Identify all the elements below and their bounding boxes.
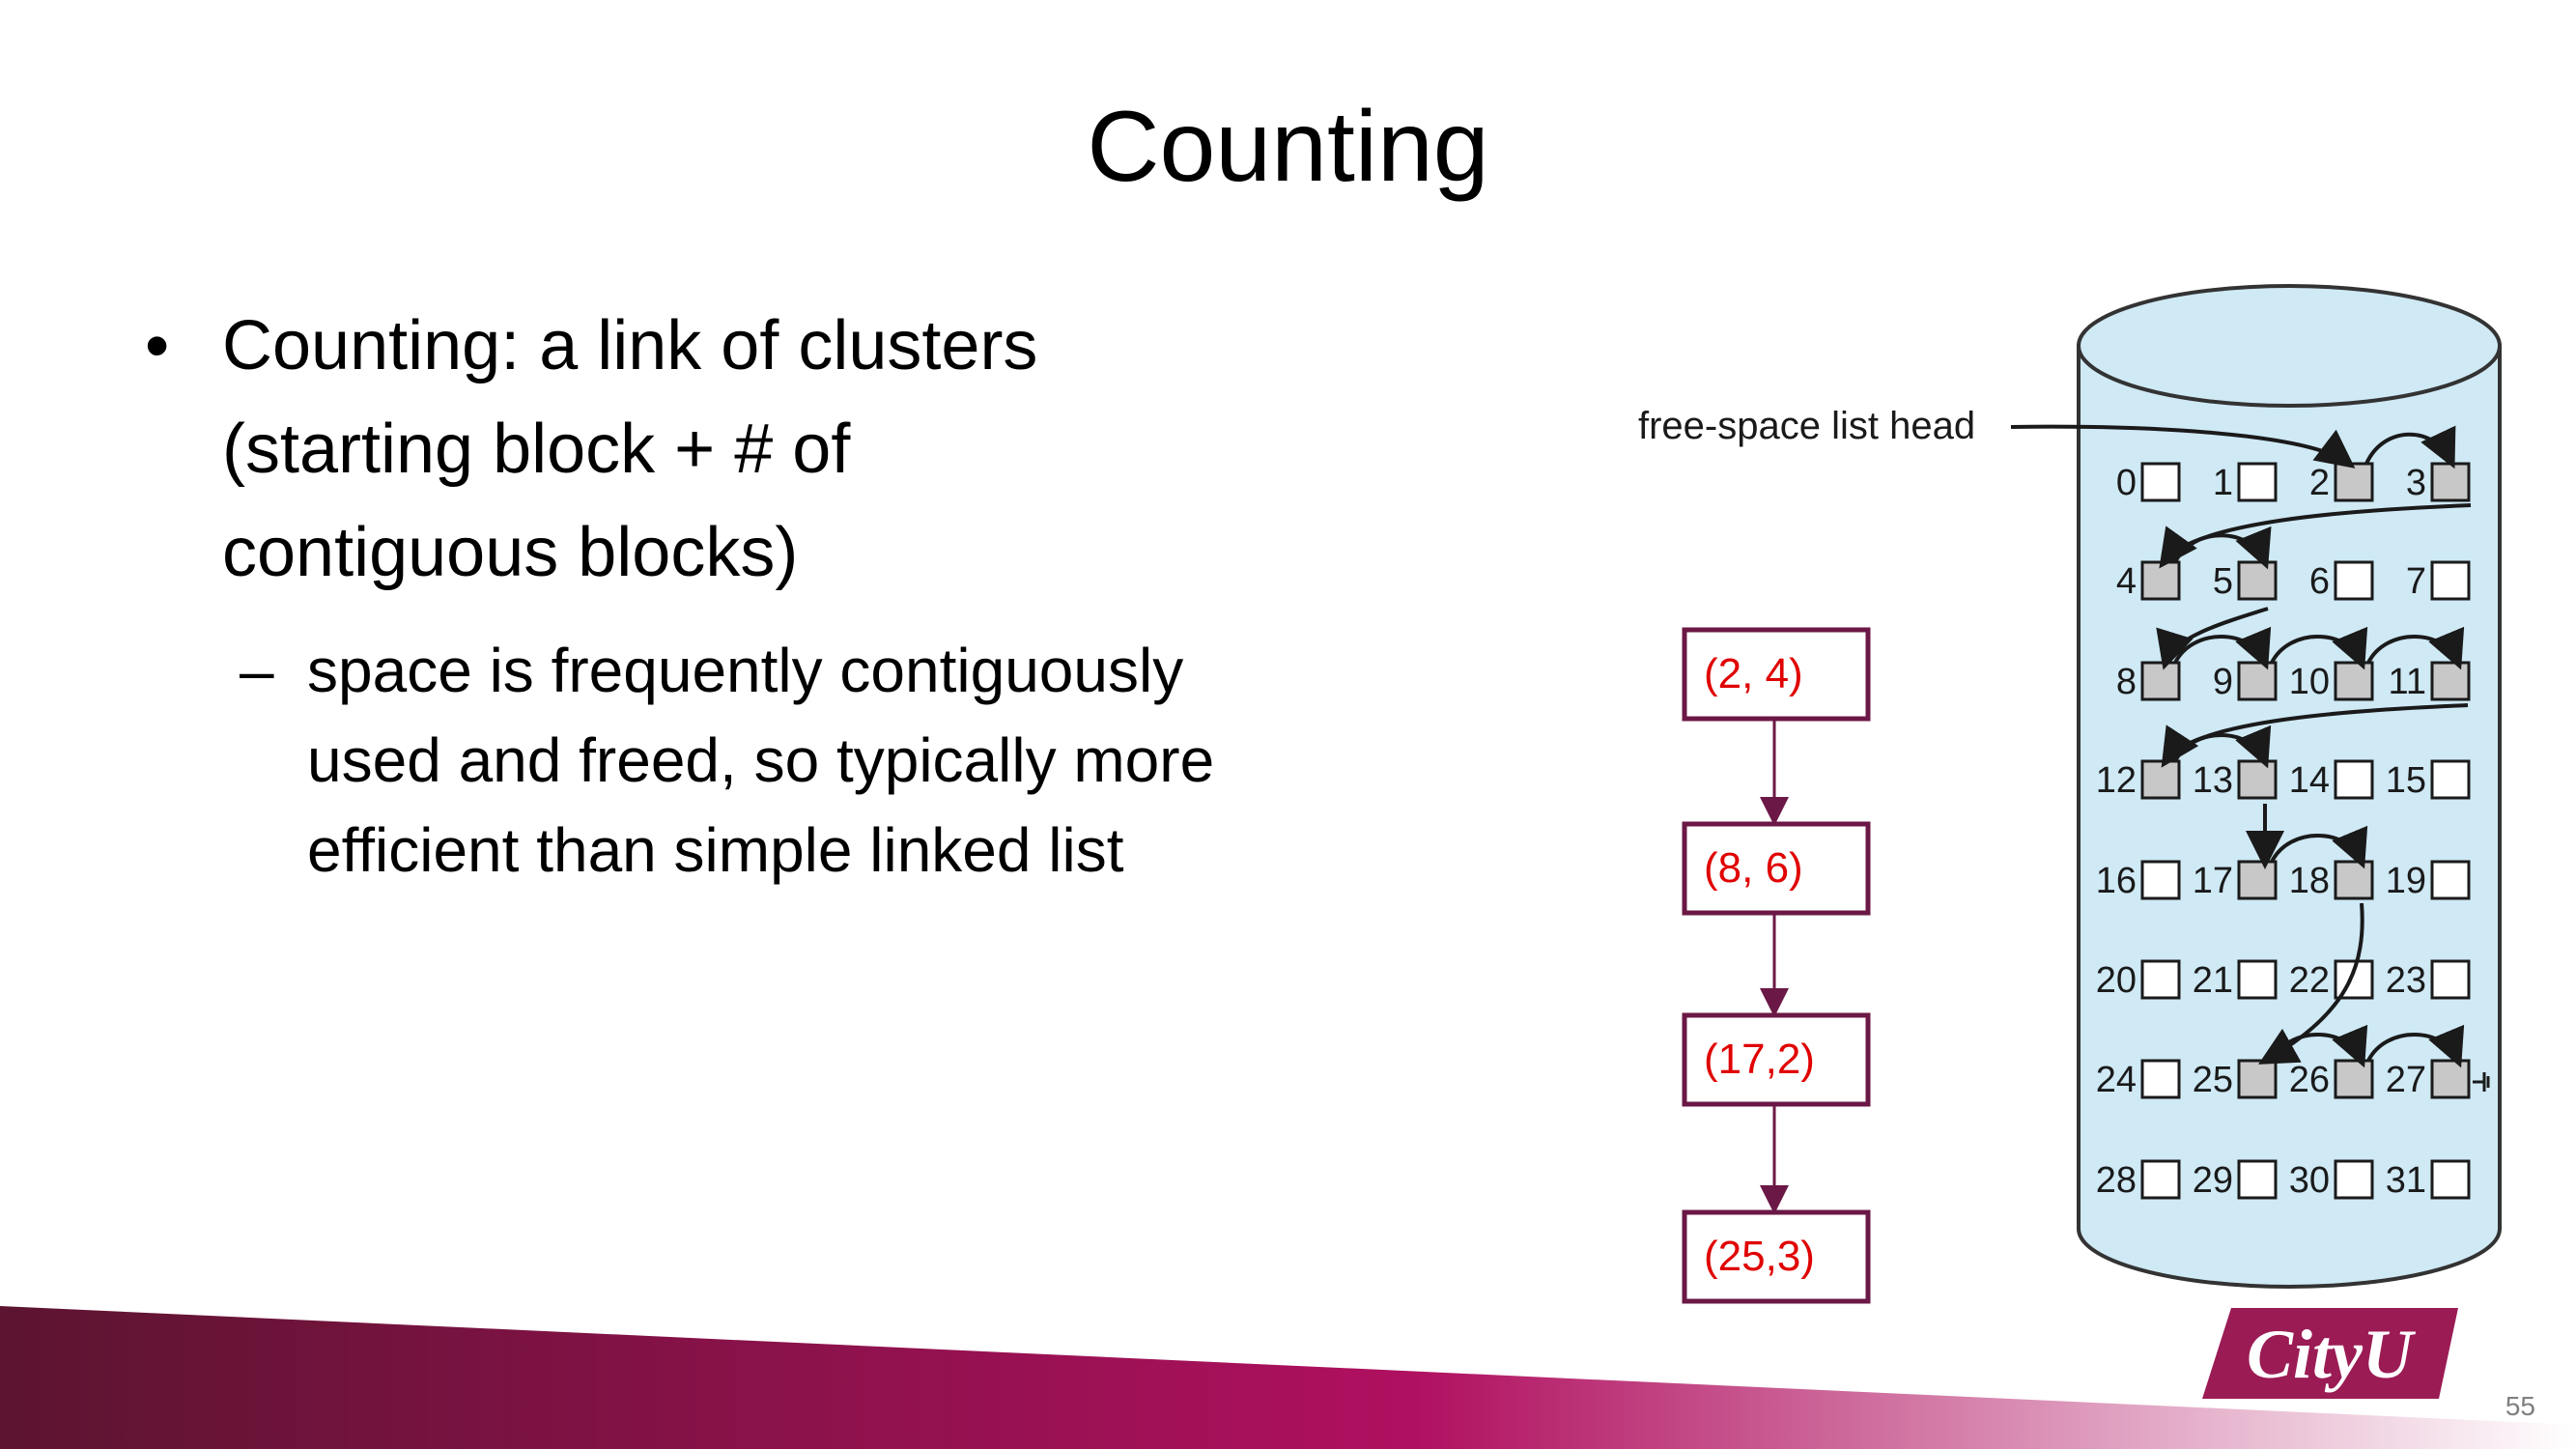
cluster-label: (17,2) — [1704, 1036, 1815, 1083]
cluster-label: (2, 4) — [1704, 650, 1803, 697]
cluster-list: (2, 4) (8, 6) (17,2) (25,3) — [1682, 627, 1871, 1304]
disk-block: 1 — [2213, 462, 2278, 503]
used-block-square — [2140, 860, 2181, 900]
block-number-label: 7 — [2406, 561, 2426, 602]
used-block-square — [2140, 959, 2181, 1000]
cluster-node: (17,2) — [1682, 1012, 1871, 1107]
cluster-node: (8, 6) — [1682, 821, 1871, 916]
cluster-node: (2, 4) — [1682, 627, 1871, 722]
block-number-label: 4 — [2116, 561, 2137, 602]
logo-text: CityU — [2247, 1316, 2417, 1393]
free-block-square — [2140, 759, 2181, 800]
block-number-label: 28 — [2096, 1160, 2137, 1201]
free-block-square — [2334, 462, 2374, 502]
block-number-label: 14 — [2289, 760, 2330, 801]
used-block-square — [2430, 860, 2471, 900]
block-number-label: 6 — [2309, 561, 2330, 602]
disk-block: 9 — [2213, 661, 2278, 702]
block-number-label: 0 — [2116, 463, 2137, 503]
disk-block: 4 — [2116, 560, 2181, 602]
page-number: 55 — [2505, 1391, 2535, 1421]
disk-block: 6 — [2309, 560, 2374, 602]
cluster-node: (25,3) — [1682, 1209, 1871, 1304]
block-number-label: 10 — [2289, 662, 2330, 702]
block-number-label: 20 — [2096, 960, 2137, 1001]
block-number-label: 30 — [2289, 1160, 2330, 1201]
used-block-square — [2334, 560, 2374, 601]
block-number-label: 18 — [2289, 861, 2330, 901]
block-number-label: 24 — [2096, 1060, 2137, 1100]
block-number-label: 16 — [2096, 861, 2137, 901]
free-block-square — [2430, 661, 2471, 701]
block-number-label: 5 — [2213, 561, 2233, 602]
free-block-square — [2334, 661, 2374, 701]
used-block-square — [2334, 759, 2374, 800]
free-space-list-head-label: free-space list head — [1638, 405, 1975, 447]
disk-block: 0 — [2116, 462, 2181, 503]
used-block-square — [2140, 462, 2181, 502]
block-number-label: 29 — [2193, 1160, 2233, 1201]
block-number-label: 23 — [2386, 960, 2426, 1001]
free-space-diagram: 0 1 2 34 5 6 78 9 10 1112 13 14 1516 17 18 1920 21 22 2324… — [1638, 284, 2502, 1304]
free-block-square — [2430, 1059, 2471, 1099]
used-block-square — [2430, 560, 2471, 601]
free-block-square — [2140, 560, 2181, 601]
block-number-label: 13 — [2193, 760, 2233, 801]
block-number-label: 22 — [2289, 960, 2330, 1001]
used-block-square — [2140, 1059, 2181, 1099]
slide: Counting • Counting: a link of clusters … — [0, 0, 2576, 1449]
disk-block: 7 — [2406, 560, 2471, 602]
block-number-label: 3 — [2406, 463, 2426, 503]
block-number-label: 2 — [2309, 463, 2330, 503]
used-block-square — [2334, 1159, 2374, 1200]
free-block-square — [2237, 661, 2278, 701]
disk-block: 3 — [2406, 462, 2471, 503]
used-block-square — [2237, 462, 2278, 502]
block-number-label: 25 — [2193, 1060, 2233, 1100]
block-number-label: 31 — [2386, 1160, 2426, 1201]
block-number-label: 19 — [2386, 861, 2426, 901]
free-block-square — [2334, 1059, 2374, 1099]
block-number-label: 27 — [2386, 1060, 2426, 1100]
block-number-label: 12 — [2096, 760, 2137, 801]
block-number-label: 9 — [2213, 662, 2233, 702]
disk-block: 8 — [2116, 661, 2181, 702]
block-number-label: 17 — [2193, 861, 2233, 901]
used-block-square — [2430, 759, 2471, 800]
free-block-square — [2140, 661, 2181, 701]
free-block-square — [2237, 560, 2278, 601]
free-block-square — [2334, 860, 2374, 900]
used-block-square — [2430, 959, 2471, 1000]
used-block-square — [2430, 1159, 2471, 1200]
cityu-logo: CityU — [2202, 1308, 2458, 1399]
free-block-square — [2237, 860, 2278, 900]
free-block-square — [2237, 1059, 2278, 1099]
cluster-label: (25,3) — [1704, 1233, 1815, 1280]
used-block-square — [2140, 1159, 2181, 1200]
block-number-label: 21 — [2193, 960, 2233, 1001]
block-number-label: 15 — [2386, 760, 2426, 801]
cluster-label: (8, 6) — [1704, 844, 1803, 892]
block-number-label: 11 — [2389, 662, 2426, 702]
used-block-square — [2237, 1159, 2278, 1200]
free-block-square — [2237, 759, 2278, 800]
used-block-square — [2237, 959, 2278, 1000]
disk-block: 5 — [2213, 560, 2278, 602]
disk-block: 2 — [2309, 462, 2374, 503]
block-number-label: 8 — [2116, 662, 2137, 702]
free-block-square — [2430, 462, 2471, 502]
block-number-label: 26 — [2289, 1060, 2330, 1100]
block-number-label: 1 — [2213, 463, 2233, 503]
